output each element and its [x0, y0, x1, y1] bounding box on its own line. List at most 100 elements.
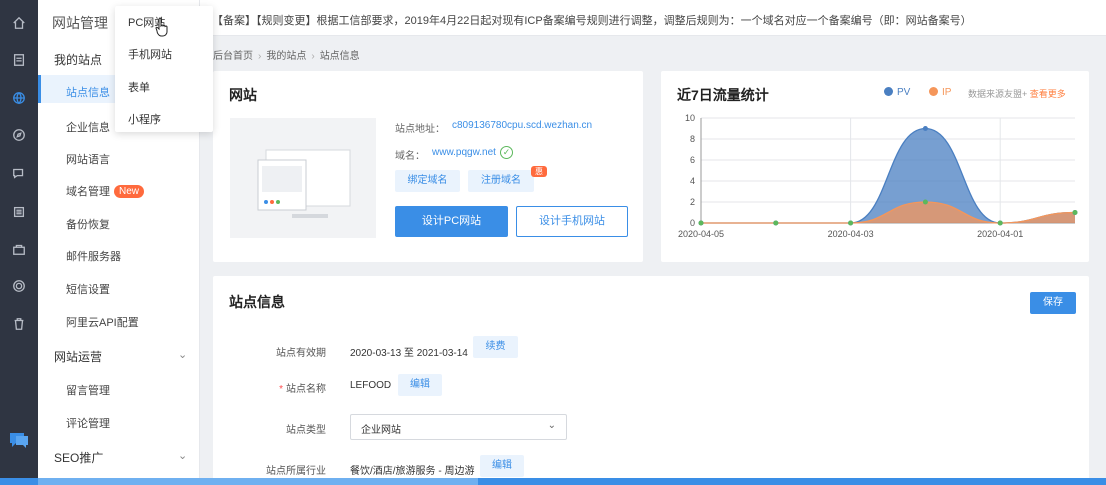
site-address-label: 站点地址：: [395, 124, 445, 135]
view-more-link[interactable]: 查看更多: [1030, 89, 1066, 99]
breadcrumb-separator: ›: [258, 51, 262, 62]
y-tick-label: 8: [690, 134, 695, 144]
design-pc-button[interactable]: 设计PC网站: [395, 206, 508, 237]
notice-bar[interactable]: 【备案】【规则变更】根据工信部要求，2019年4月22日起对现有ICP备案编号规…: [200, 0, 1106, 36]
x-tick-label: 2020-04-05: [678, 229, 724, 239]
register-domain-button[interactable]: 注册域名: [468, 170, 534, 192]
trash-icon[interactable]: [11, 316, 27, 332]
sidebar-group-seo[interactable]: SEO推广 ⌄: [54, 449, 187, 466]
y-tick-label: 0: [690, 218, 695, 228]
chevron-down-icon: ⌄: [178, 450, 188, 462]
sidebar-item-domain[interactable]: 域名管理 New: [66, 183, 145, 199]
sidebar-group-seo-label: SEO推广: [54, 451, 104, 465]
data-point-ip: [1072, 210, 1078, 215]
discount-badge: 惠: [531, 166, 547, 177]
traffic-card-title: 近7日流量统计: [677, 87, 769, 103]
website-icon[interactable]: [11, 90, 27, 106]
y-tick-label: 6: [690, 155, 695, 165]
sidebar-item-messages[interactable]: 留言管理: [66, 382, 110, 398]
legend-ip-swatch: [929, 87, 938, 96]
hand-cursor-icon: [155, 17, 171, 40]
sidebar-item-comments[interactable]: 评论管理: [66, 415, 110, 431]
traffic-chart: 0 2 4 6 8 10 2020-04-05 2020-04-03 2020-04-01: [678, 113, 1078, 239]
site-type-value: 企业网站: [361, 425, 401, 436]
legend-ip-label: IP: [942, 87, 952, 98]
industry-label: 站点所属行业: [266, 466, 326, 477]
data-source-label: 数据来源友盟+: [968, 89, 1028, 99]
sidebar-item-aliyun-api[interactable]: 阿里云API配置: [66, 314, 139, 330]
validity-label: 站点有效期: [276, 348, 326, 359]
breadcrumb-home[interactable]: 后台首页: [213, 51, 253, 62]
bottom-bar-highlight: [38, 478, 478, 485]
y-tick-label: 10: [685, 113, 695, 123]
message-icon[interactable]: [11, 165, 27, 181]
list-icon[interactable]: [11, 204, 27, 220]
required-asterisk: *: [279, 384, 283, 395]
legend-pv: PV: [884, 87, 910, 98]
sidebar-group-my-site[interactable]: 我的站点: [54, 51, 102, 68]
sidebar-item-company-info[interactable]: 企业信息: [66, 119, 110, 135]
legend-ip: IP: [929, 87, 951, 98]
sidebar-group-ops[interactable]: 网站运营 ⌄: [54, 348, 187, 365]
site-address-link[interactable]: c809136780cpu.scd.wezhan.cn: [452, 120, 592, 131]
site-info-card: [213, 276, 1089, 485]
sidebar-item-sms[interactable]: 短信设置: [66, 281, 110, 297]
gear-icon[interactable]: [11, 278, 27, 294]
site-name-label: * 站点名称: [226, 380, 326, 395]
save-button[interactable]: 保存: [1030, 292, 1076, 314]
chevron-down-icon: ⌄: [178, 349, 188, 361]
y-tick-label: 2: [690, 197, 695, 207]
bag-icon[interactable]: [11, 241, 27, 257]
edit-name-button[interactable]: 编辑: [398, 374, 442, 396]
domain-label: 域名：: [395, 151, 425, 162]
website-card-title: 网站: [229, 87, 257, 103]
data-point-ip: [922, 199, 928, 205]
x-tick-label: 2020-04-01: [977, 229, 1023, 239]
data-point-pv: [922, 126, 928, 131]
data-point-ip: [997, 220, 1003, 226]
site-preview-thumbnail: [230, 118, 376, 238]
y-tick-label: 4: [690, 176, 695, 186]
icon-rail: [0, 0, 38, 485]
sidebar-item-domain-label: 域名管理: [66, 186, 110, 198]
new-badge: New: [114, 185, 145, 198]
site-type-select[interactable]: 企业网站 ⌄: [350, 414, 567, 440]
site-type-label: 站点类型: [286, 425, 326, 436]
dropdown-item-mobile[interactable]: 手机网站: [128, 46, 172, 62]
bind-domain-button[interactable]: 绑定域名: [395, 170, 460, 192]
validity-value: 2020-03-13 至 2021-03-14: [350, 348, 468, 359]
home-icon[interactable]: [11, 15, 27, 31]
industry-value: 餐饮/酒店/旅游服务 - 周边游: [350, 466, 475, 477]
sidebar-item-backup[interactable]: 备份恢复: [66, 216, 110, 232]
breadcrumb-current: 站点信息: [319, 51, 360, 62]
design-mobile-button[interactable]: 设计手机网站: [516, 206, 628, 237]
site-name-value: LEFOOD: [350, 380, 392, 391]
compass-icon[interactable]: [11, 127, 27, 143]
data-point-ip: [698, 220, 704, 226]
check-circle-icon: ✓: [500, 146, 513, 159]
site-name-label-text: 站点名称: [286, 384, 326, 395]
sidebar-item-language[interactable]: 网站语言: [66, 151, 110, 167]
data-point-ip: [848, 220, 854, 226]
data-source-note: 数据来源友盟+ 查看更多: [968, 87, 1066, 100]
chat-bubble-icon[interactable]: [8, 430, 30, 450]
sidebar-item-site-info[interactable]: 站点信息: [66, 84, 110, 100]
pages-icon[interactable]: [11, 52, 27, 68]
renew-button[interactable]: 续费: [473, 336, 518, 358]
edit-industry-button[interactable]: 编辑: [480, 455, 524, 477]
dropdown-item-miniprogram[interactable]: 小程序: [128, 111, 161, 127]
sidebar-item-mail-server[interactable]: 邮件服务器: [66, 248, 121, 264]
chevron-down-icon: ⌄: [547, 420, 556, 431]
dropdown-item-form[interactable]: 表单: [128, 79, 150, 95]
breadcrumb: 后台首页 › 我的站点 › 站点信息: [213, 47, 360, 62]
data-point-ip: [773, 220, 779, 226]
breadcrumb-separator: ›: [311, 51, 315, 62]
breadcrumb-my-site[interactable]: 我的站点: [266, 51, 306, 62]
legend-pv-label: PV: [897, 87, 911, 98]
domain-link[interactable]: www.pqgw.net: [432, 147, 496, 158]
sidebar-title: 网站管理: [52, 15, 108, 31]
site-info-title: 站点信息: [229, 294, 285, 310]
sidebar-active-indicator: [38, 75, 41, 103]
x-tick-label: 2020-04-03: [828, 229, 874, 239]
sidebar-group-ops-label: 网站运营: [54, 350, 103, 364]
